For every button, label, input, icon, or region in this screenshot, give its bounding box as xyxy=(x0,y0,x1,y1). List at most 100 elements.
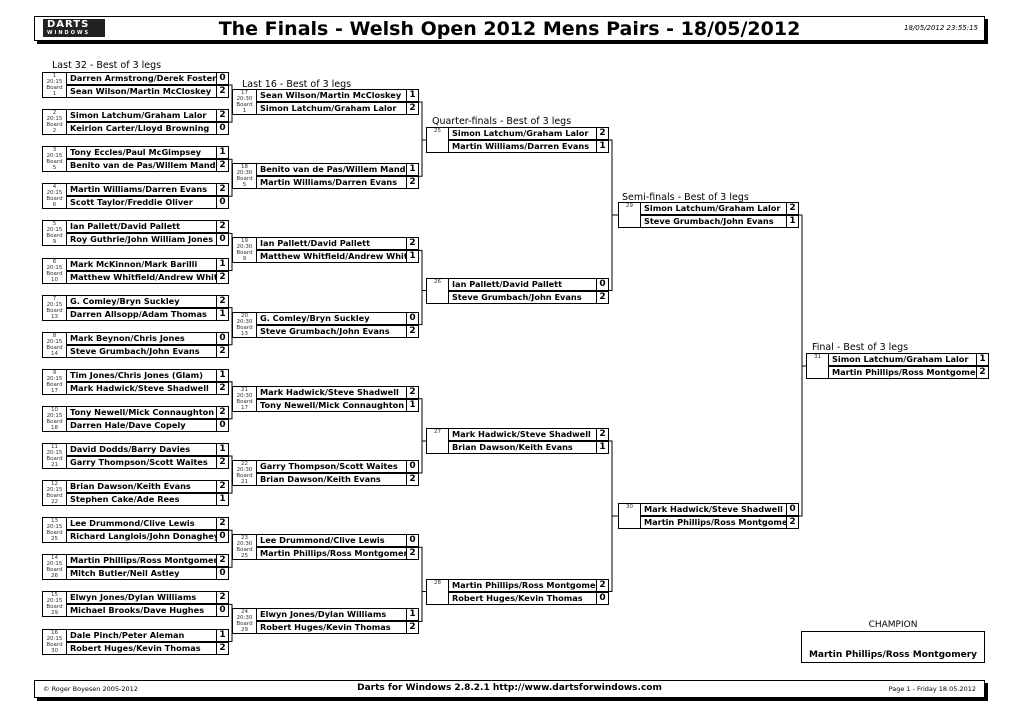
player-score: 2 xyxy=(216,183,229,197)
player-score: 2 xyxy=(406,176,419,190)
player-row: Ian Pallett/David Pallett 2 xyxy=(256,237,419,251)
match-info: 26 xyxy=(426,277,448,304)
player-name: Sean Wilson/Martin McCloskey xyxy=(70,86,212,96)
match-info: 7 20:15 Board 13 xyxy=(42,294,66,321)
match-board: 9 xyxy=(242,256,247,263)
player-score: 2 xyxy=(216,554,229,568)
match-board: 30 xyxy=(51,647,58,654)
match-board: 18 xyxy=(51,424,58,431)
round-label: Final - Best of 3 legs xyxy=(812,342,909,353)
player-row: Simon Latchum/Graham Lalor 1 xyxy=(828,353,989,366)
bracket-connector xyxy=(608,139,618,291)
match-board: 6 xyxy=(52,202,57,209)
match-info: 17 20:30 Board 1 xyxy=(232,89,256,115)
match-num: 27 xyxy=(434,429,441,435)
player-name: Tony Eccles/Paul McGimpsey xyxy=(70,147,202,158)
match-board: 13 xyxy=(51,313,58,320)
player-name: Benito van de Pas/Willem Mandic xyxy=(70,160,216,171)
player-name: Steve Grumbach/John Evans xyxy=(644,216,774,226)
match-info: 31 xyxy=(806,353,828,379)
match-num: 26 xyxy=(434,278,441,285)
player-score: 1 xyxy=(406,89,419,102)
match-info: 22 20:30 Board 21 xyxy=(232,460,256,486)
match-info: 16 20:15 Board 30 xyxy=(42,628,66,655)
match-info: 12 20:15 Board 22 xyxy=(42,480,66,507)
player-row: Elwyn Jones/Dylan Williams 1 xyxy=(256,608,419,622)
match-board: 25 xyxy=(241,553,248,560)
player-score: 2 xyxy=(596,290,609,304)
player-row: Simon Latchum/Graham Lalor 2 xyxy=(640,202,799,215)
player-name: Martin Williams/Darren Evans xyxy=(452,141,590,151)
player-name: Scott Taylor/Freddie Oliver xyxy=(70,197,193,208)
player-score: 2 xyxy=(216,480,229,494)
player-name: Elwyn Jones/Dylan Williams xyxy=(260,609,387,620)
player-row: Mark Hadwick/Steve Shadwell 2 xyxy=(256,385,419,399)
match-board: 14 xyxy=(51,350,58,357)
player-name: Mark Hadwick/Steve Shadwell xyxy=(70,382,209,393)
player-row: Tony Newell/Mick Connaughton 2 xyxy=(66,405,229,419)
player-row: Tim Jones/Chris Jones (Glam) 1 xyxy=(66,368,229,382)
player-name: Roy Guthrie/John William Jones xyxy=(70,234,214,245)
player-score: 0 xyxy=(216,196,229,210)
player-row: Steve Grumbach/John Evans 2 xyxy=(256,324,419,338)
player-score: 0 xyxy=(216,72,229,85)
match-board: 10 xyxy=(51,276,58,283)
player-name: Mark Hadwick/Steve Shadwell xyxy=(644,504,783,514)
player-name: Ian Pallett/David Pallett xyxy=(452,278,563,289)
player-name: Robert Huges/Kevin Thomas xyxy=(452,592,583,603)
match-board-label: Board xyxy=(46,344,63,351)
player-row: G. Comley/Bryn Suckley 2 xyxy=(66,294,229,308)
player-score: 2 xyxy=(406,547,419,561)
player-row: Scott Taylor/Freddie Oliver 0 xyxy=(66,196,229,210)
player-row: Garry Thompson/Scott Waites 0 xyxy=(256,460,419,473)
player-score: 2 xyxy=(216,456,229,469)
player-row: Mark Hadwick/Steve Shadwell 0 xyxy=(640,503,799,516)
bracket-connector xyxy=(608,440,618,592)
match-info: 11 20:15 Board 21 xyxy=(42,443,66,469)
player-row: Sean Wilson/Martin McCloskey 1 xyxy=(256,89,419,102)
round-label: Quarter-finals - Best of 3 legs xyxy=(432,116,572,127)
player-score: 1 xyxy=(406,608,419,622)
player-score: 2 xyxy=(406,324,419,338)
match-info: 25 xyxy=(426,127,448,153)
player-name: Simon Latchum/Graham Lalor xyxy=(260,103,397,113)
player-row: Steve Grumbach/John Evans 2 xyxy=(66,344,229,358)
player-score: 2 xyxy=(216,220,229,234)
player-name: Simon Latchum/Graham Lalor xyxy=(832,354,969,364)
player-row: Matthew Whitfield/Andrew Whitf 1 xyxy=(256,250,419,264)
player-row: Mitch Butler/Neil Astley 0 xyxy=(66,567,229,581)
player-score: 1 xyxy=(786,215,799,228)
player-score: 1 xyxy=(596,441,609,454)
match-info: 8 20:15 Board 14 xyxy=(42,331,66,358)
player-row: Mark Hadwick/Steve Shadwell 2 xyxy=(66,381,229,395)
player-score: 1 xyxy=(216,307,229,321)
player-row: Darren Allsopp/Adam Thomas 1 xyxy=(66,307,229,321)
player-row: Martin Williams/Darren Evans 2 xyxy=(256,176,419,190)
match-info: 1 20:15 Board 1 xyxy=(42,72,66,98)
round-label: Last 32 - Best of 3 legs xyxy=(52,60,162,71)
player-score: 0 xyxy=(216,567,229,581)
product-info: Darts for Windows 2.8.2.1 http://www.dar… xyxy=(357,683,662,693)
player-name: Steve Grumbach/John Evans xyxy=(452,291,582,302)
match-info: 24 20:30 Board 29 xyxy=(232,608,256,635)
player-name: Mark Hadwick/Steve Shadwell xyxy=(260,386,399,397)
player-score: 1 xyxy=(216,628,229,642)
player-row: Steve Grumbach/John Evans 2 xyxy=(448,290,609,304)
match-board: 26 xyxy=(51,573,58,580)
match-board: 17 xyxy=(51,387,58,394)
player-score: 1 xyxy=(976,353,989,366)
player-score: 0 xyxy=(216,604,229,618)
player-score: 1 xyxy=(406,250,419,264)
player-name: Lee Drummond/Clive Lewis xyxy=(260,535,385,546)
match-info: 21 20:30 Board 17 xyxy=(232,385,256,412)
player-name: Tony Newell/Mick Connaughton xyxy=(70,406,215,417)
player-name: Mitch Butler/Neil Astley xyxy=(70,568,180,579)
player-score: 2 xyxy=(406,237,419,251)
player-name: Benito van de Pas/Willem Mandic xyxy=(260,164,406,175)
player-score: 2 xyxy=(976,366,989,379)
match-board: 5 xyxy=(242,182,247,189)
player-score: 2 xyxy=(216,641,229,655)
player-row: Richard Langlois/John Donaghey 0 xyxy=(66,530,229,544)
player-score: 1 xyxy=(216,368,229,382)
player-score: 2 xyxy=(216,405,229,419)
